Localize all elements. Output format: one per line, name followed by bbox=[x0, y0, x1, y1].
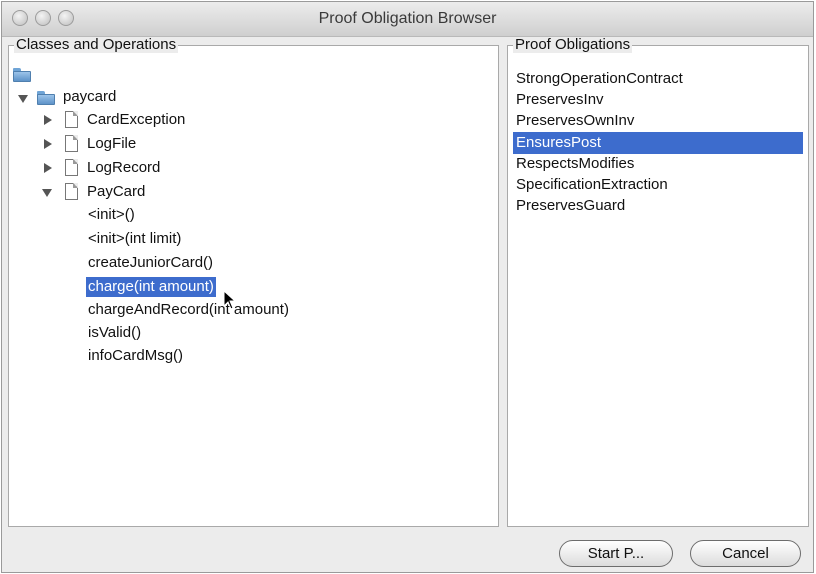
expand-cardexception-icon[interactable] bbox=[44, 115, 52, 125]
tree-node-cardexception[interactable]: CardException bbox=[87, 110, 185, 130]
classes-operations-panel: paycard CardException LogFile LogRecord … bbox=[8, 45, 499, 527]
window-content: paycard CardException LogFile LogRecord … bbox=[2, 37, 813, 572]
obligation-item[interactable]: PreservesInv bbox=[513, 89, 803, 111]
expand-paycard-class-icon[interactable] bbox=[42, 189, 52, 197]
operation-is-valid[interactable]: isValid() bbox=[88, 323, 141, 343]
operation-charge-selected[interactable]: charge(int amount) bbox=[86, 277, 216, 297]
expand-paycard-toggle-icon[interactable] bbox=[18, 95, 28, 103]
tree-node-paycard-class[interactable]: PayCard bbox=[87, 182, 145, 202]
cancel-button[interactable]: Cancel bbox=[690, 540, 801, 567]
obligation-item[interactable]: SpecificationExtraction bbox=[513, 174, 803, 196]
class-file-icon bbox=[65, 183, 78, 200]
start-prover-button[interactable]: Start P... bbox=[559, 540, 673, 567]
obligation-item[interactable]: PreservesGuard bbox=[513, 195, 803, 217]
proof-obligation-browser-window: Proof Obligation Browser paycard CardExc… bbox=[1, 1, 814, 573]
obligations-panel-title: Proof Obligations bbox=[513, 36, 633, 53]
classes-panel-title: Classes and Operations bbox=[14, 36, 179, 53]
tree-node-logfile[interactable]: LogFile bbox=[87, 134, 136, 154]
tree-node-paycard[interactable]: paycard bbox=[63, 87, 116, 107]
operation-info-card-msg[interactable]: infoCardMsg() bbox=[88, 346, 183, 366]
operation-create-junior-card[interactable]: createJuniorCard() bbox=[88, 253, 213, 273]
class-file-icon bbox=[65, 159, 78, 176]
proof-obligations-panel: StrongOperationContract PreservesInv Pre… bbox=[507, 45, 809, 527]
operation-init-limit[interactable]: <init>(int limit) bbox=[88, 229, 181, 249]
operation-charge-and-record[interactable]: chargeAndRecord(int amount) bbox=[88, 300, 289, 320]
mouse-pointer-icon bbox=[223, 290, 237, 310]
tree-node-logrecord[interactable]: LogRecord bbox=[87, 158, 160, 178]
package-folder-icon bbox=[37, 91, 55, 105]
obligation-item[interactable]: RespectsModifies bbox=[513, 153, 803, 175]
expand-logrecord-icon[interactable] bbox=[44, 163, 52, 173]
expand-logfile-icon[interactable] bbox=[44, 139, 52, 149]
operation-init[interactable]: <init>() bbox=[88, 205, 135, 225]
root-folder-icon[interactable] bbox=[13, 68, 31, 82]
window-title: Proof Obligation Browser bbox=[318, 10, 497, 27]
obligation-item[interactable]: PreservesOwnInv bbox=[513, 110, 803, 132]
title-bar: Proof Obligation Browser bbox=[2, 2, 813, 37]
class-file-icon bbox=[65, 135, 78, 152]
obligation-item[interactable]: StrongOperationContract bbox=[513, 68, 803, 90]
obligation-item-selected[interactable]: EnsuresPost bbox=[513, 132, 803, 154]
class-file-icon bbox=[65, 111, 78, 128]
